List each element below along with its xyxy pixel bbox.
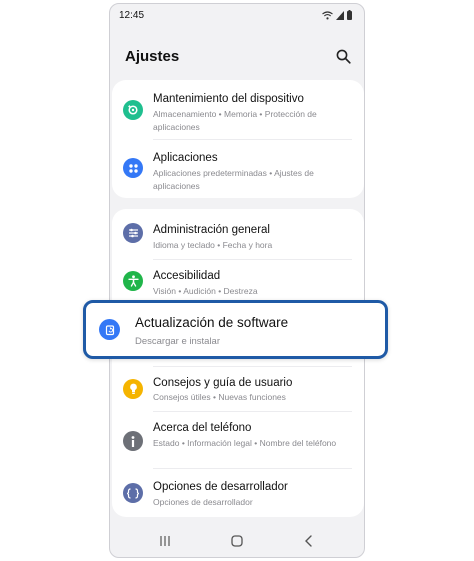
divider: [153, 259, 352, 260]
settings-item-subtitle: Opciones de desarrollador: [153, 497, 253, 507]
settings-item-title: Administración general: [153, 224, 270, 236]
settings-item-subtitle: Almacenamiento • Memoria • Protección de…: [153, 109, 317, 132]
settings-item-title: Acerca del teléfono: [153, 422, 252, 434]
divider: [153, 411, 352, 412]
sliders-icon: [123, 223, 143, 243]
settings-item-about-phone[interactable]: Acerca del teléfono Estado • Información…: [112, 413, 364, 467]
settings-item-title: Mantenimiento del dispositivo: [153, 93, 304, 105]
settings-card-middle: Administración general Idioma y teclado …: [112, 209, 364, 517]
divider: [153, 366, 352, 367]
settings-item-developer-options[interactable]: Opciones de desarrollador Opciones de de…: [112, 470, 364, 514]
settings-item-title: Accesibilidad: [153, 270, 221, 282]
status-icons: [322, 9, 352, 21]
settings-item-subtitle: Consejos útiles • Nuevas funciones: [153, 392, 286, 402]
back-button[interactable]: [303, 535, 315, 547]
settings-card-top: Mantenimiento del dispositivo Almacenami…: [112, 80, 364, 198]
settings-item-apps[interactable]: Aplicaciones Aplicaciones predeterminada…: [112, 140, 364, 198]
settings-item-title: Opciones de desarrollador: [153, 481, 288, 493]
apps-icon: [123, 158, 143, 178]
settings-item-subtitle: Visión • Audición • Destreza: [153, 286, 258, 296]
status-time: 12:45: [119, 10, 145, 21]
software-update-icon: [99, 319, 120, 340]
accessibility-icon: [123, 271, 143, 291]
recents-button[interactable]: [159, 535, 171, 547]
battery-icon: [347, 10, 352, 20]
settings-item-general-management[interactable]: Administración general Idioma y teclado …: [112, 209, 364, 253]
search-icon: [336, 49, 351, 64]
settings-item-accessibility[interactable]: Accesibilidad Visión • Audición • Destre…: [112, 261, 364, 305]
settings-item-title: Consejos y guía de usuario: [153, 377, 293, 389]
divider: [153, 468, 352, 469]
settings-item-device-care[interactable]: Mantenimiento del dispositivo Almacenami…: [112, 80, 364, 138]
device-care-icon: [123, 100, 143, 120]
settings-item-title: Actualización de software: [135, 315, 289, 330]
settings-item-subtitle: Idioma y teclado • Fecha y hora: [153, 240, 273, 250]
settings-item-subtitle: Descargar e instalar: [135, 336, 221, 347]
settings-item-software-update[interactable]: Actualización de software Descargar e in…: [83, 300, 388, 359]
phone-frame: 12:45 Ajustes Mantenimiento del disposit…: [109, 3, 365, 558]
developer-icon: [123, 483, 143, 503]
settings-item-title: Aplicaciones: [153, 152, 218, 164]
wifi-icon: [322, 10, 333, 19]
status-bar: 12:45: [110, 4, 364, 28]
home-button[interactable]: [231, 535, 243, 547]
search-button[interactable]: [332, 45, 354, 67]
settings-item-subtitle: Estado • Información legal • Nombre del …: [153, 438, 337, 448]
navigation-bar: [110, 527, 364, 557]
settings-item-subtitle: Aplicaciones predeterminadas • Ajustes d…: [153, 168, 314, 191]
settings-item-tips[interactable]: Consejos y guía de usuario Consejos útil…: [112, 369, 364, 409]
signal-icon: [336, 10, 344, 20]
lightbulb-icon: [123, 379, 143, 399]
page-title: Ajustes: [125, 48, 180, 65]
info-icon: [123, 431, 143, 451]
